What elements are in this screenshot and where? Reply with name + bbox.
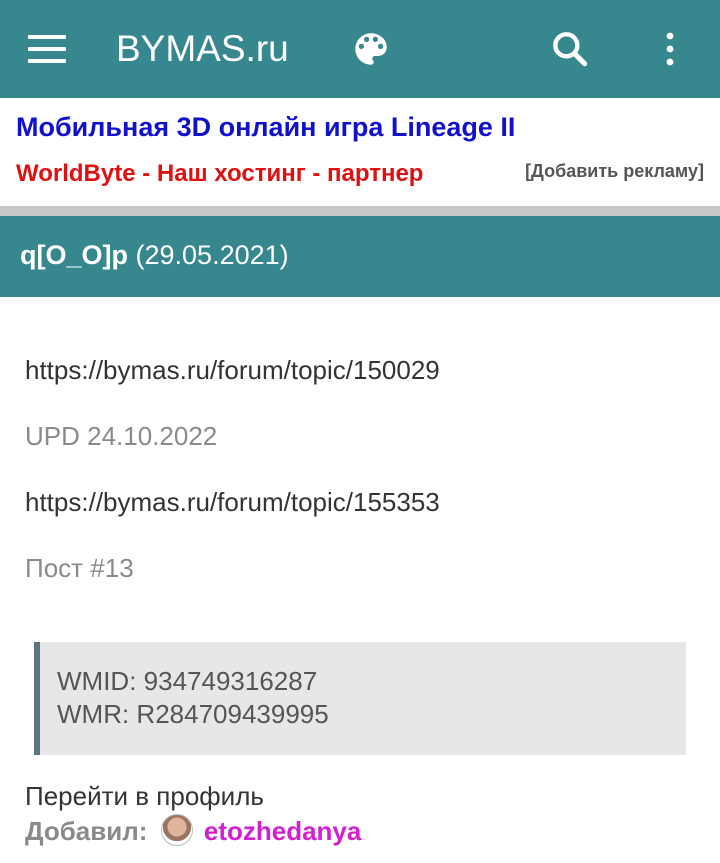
ad-link-worldbyte[interactable]: WorldByte - Наш хостинг - партнер	[16, 160, 423, 188]
wmid-text: WMID: 934749316287	[57, 666, 318, 696]
add-ad-link[interactable]: [Добавить рекламу]	[525, 161, 704, 182]
added-by-row: Добавил: etozhedanya	[25, 814, 361, 848]
ad-link-lineage[interactable]: Мобильная 3D онлайн игра Lineage II	[16, 112, 515, 143]
post-date: (29.05.2021)	[135, 240, 289, 270]
search-icon[interactable]	[548, 27, 592, 71]
more-vert-icon[interactable]	[650, 27, 690, 71]
update-note: UPD 24.10.2022	[25, 421, 218, 451]
palette-icon[interactable]	[350, 28, 392, 70]
added-by-username[interactable]: etozhedanya	[204, 816, 362, 846]
post-header: q[O_O]p (29.05.2021)	[0, 216, 720, 297]
added-by-label: Добавил:	[25, 816, 148, 846]
site-title[interactable]: BYMAS.ru	[116, 26, 289, 72]
topic-link-2[interactable]: https://bymas.ru/forum/topic/155353	[25, 487, 440, 518]
quote-block: WMID: 934749316287 WMR: R284709439995	[34, 642, 686, 755]
post-reference: Пост #13	[25, 553, 134, 583]
menu-icon[interactable]	[28, 33, 66, 65]
go-to-profile-link[interactable]: Перейти в профиль	[25, 781, 264, 812]
section-divider	[0, 206, 720, 216]
post-author[interactable]: q[O_O]p	[20, 240, 128, 270]
avatar[interactable]	[160, 814, 193, 846]
wmr-text: WMR: R284709439995	[57, 699, 329, 729]
topic-link-1[interactable]: https://bymas.ru/forum/topic/150029	[25, 355, 440, 386]
app-bar: BYMAS.ru	[0, 0, 720, 98]
